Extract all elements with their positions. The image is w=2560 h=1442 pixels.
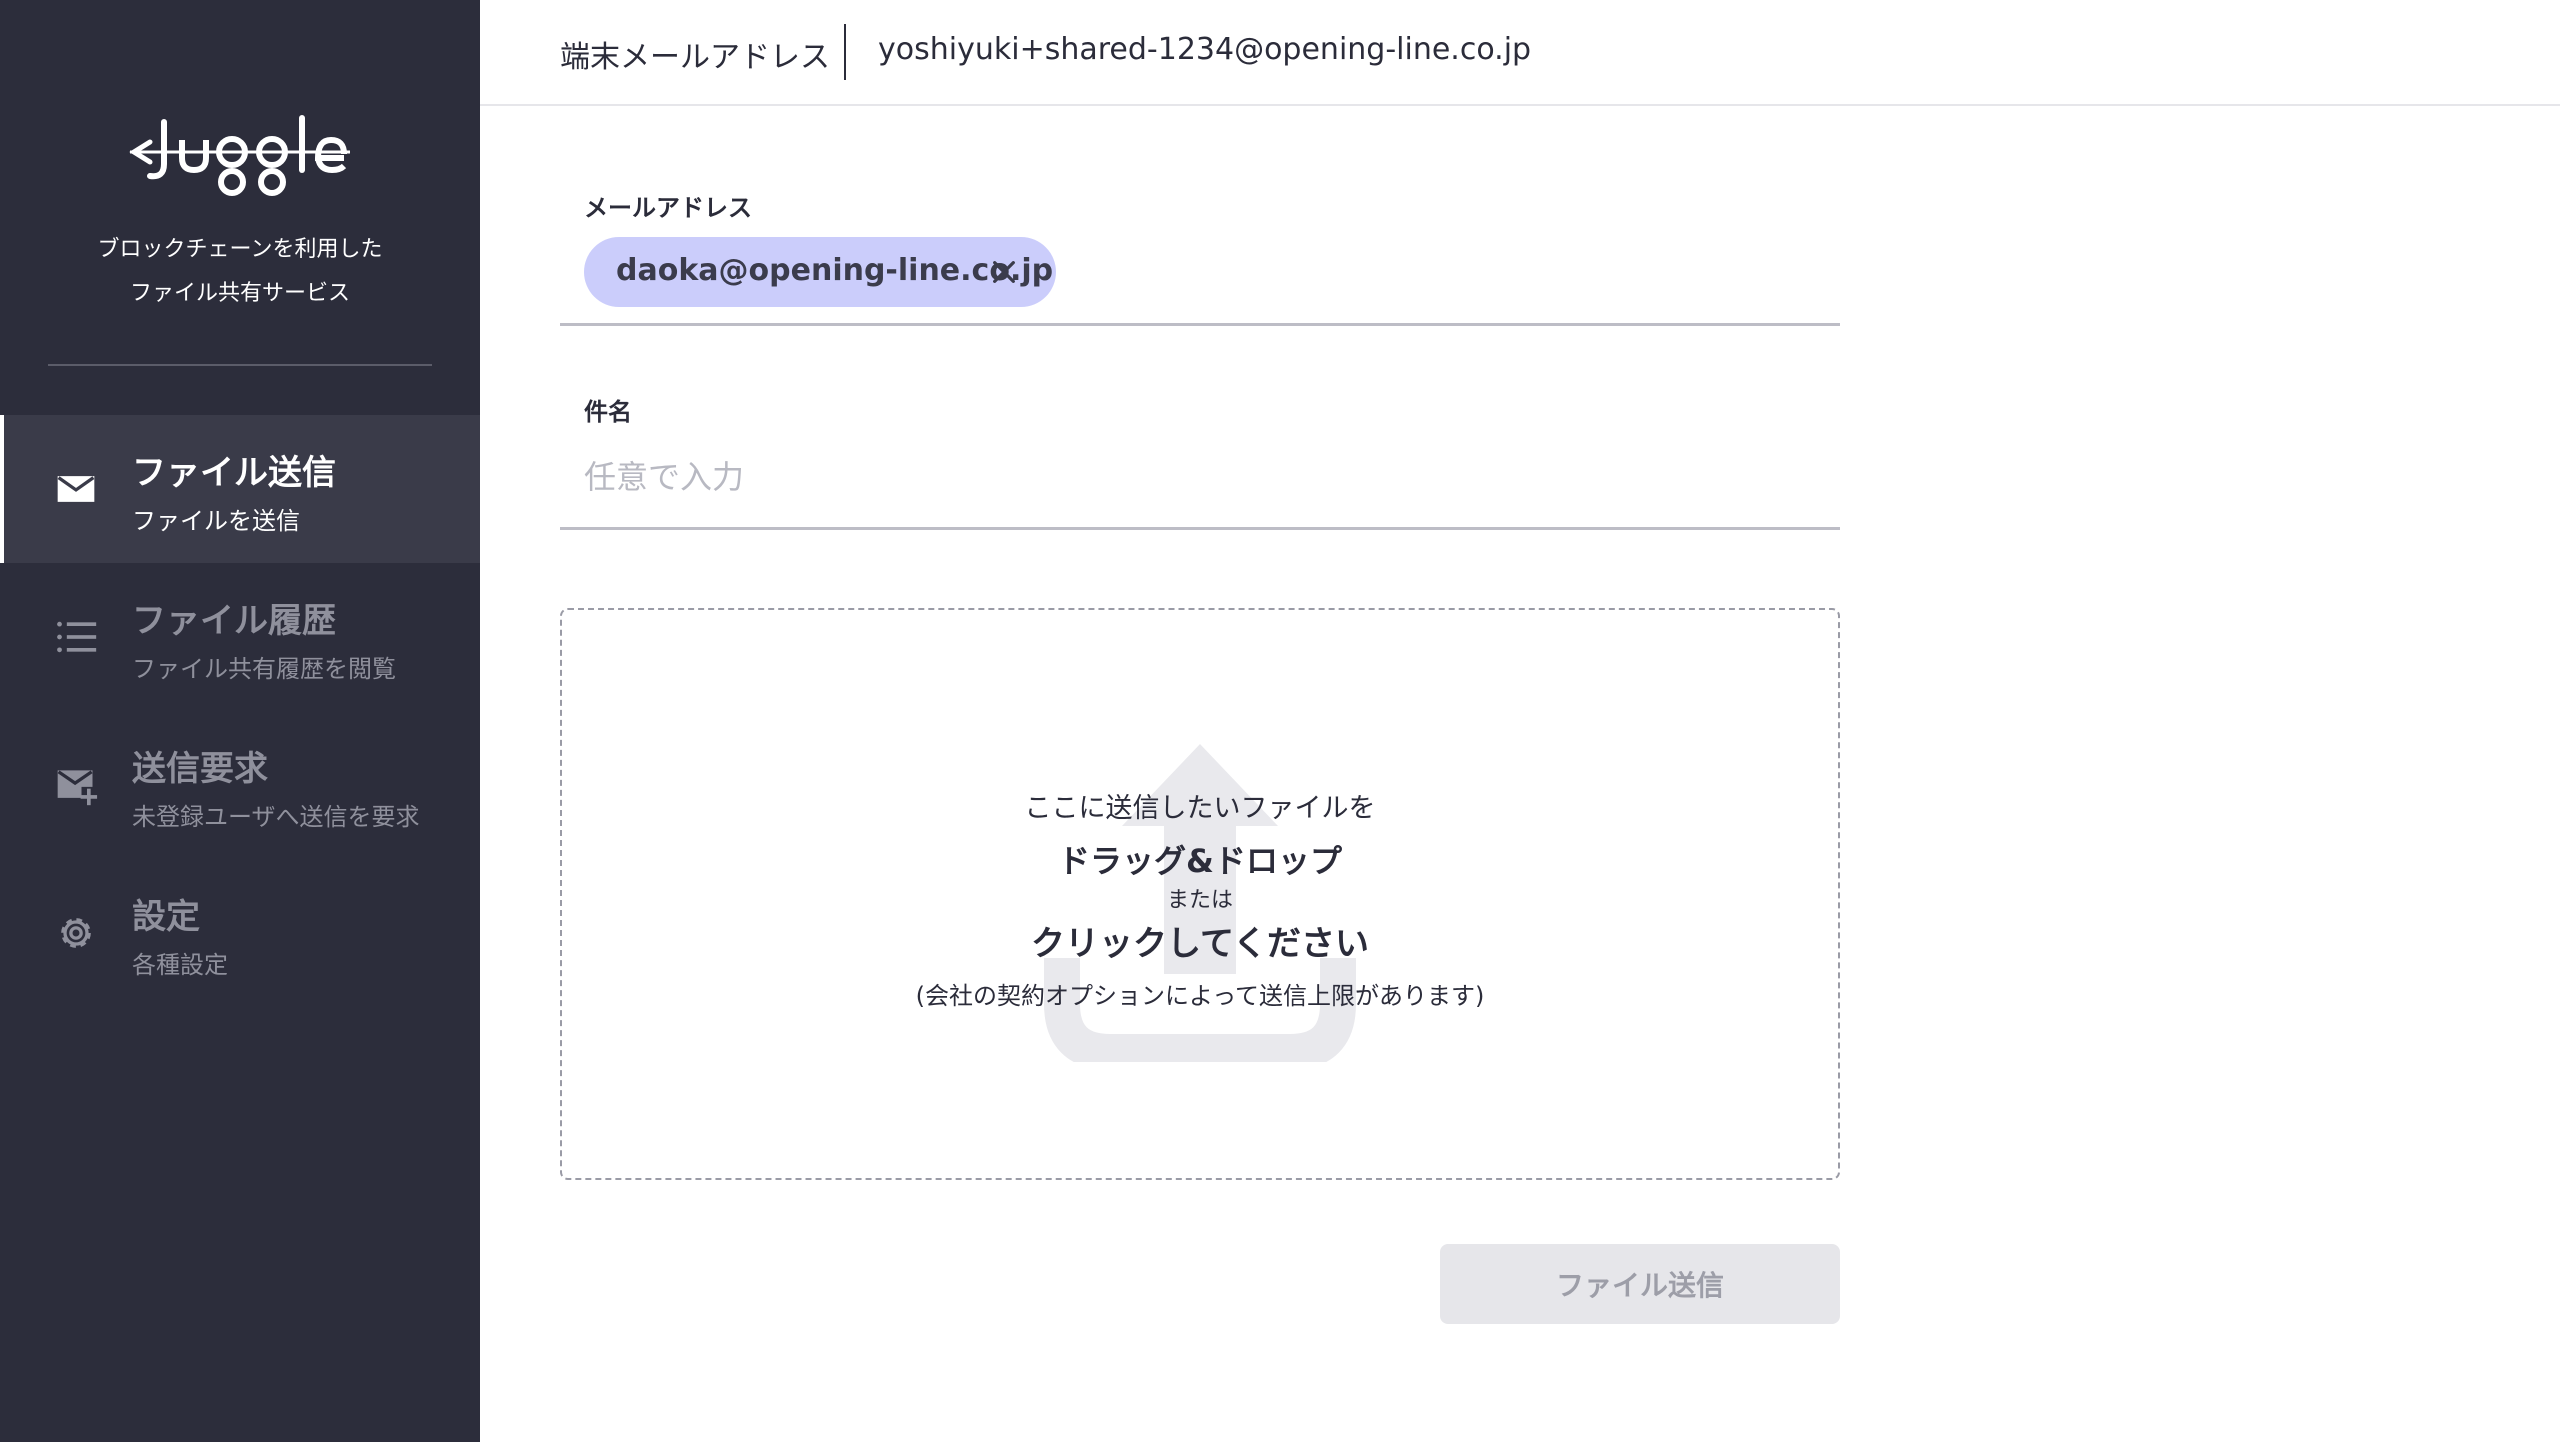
dropzone-text-drag-drop: ドラッグ&ドロップ — [1058, 842, 1342, 880]
device-email-value: yoshiyuki+shared-1234@opening-line.co.jp — [878, 32, 1532, 67]
tagline-line-1: ブロックチェーンを利用した — [97, 237, 383, 262]
sidebar-divider — [48, 364, 432, 366]
sidebar-item-subtitle: ファイル共有履歴を閲覧 — [132, 655, 396, 683]
sidebar-item-subtitle: 未登録ユーザへ送信を要求 — [132, 803, 420, 831]
mail-icon — [57, 476, 95, 502]
top-header: 端末メールアドレス yoshiyuki+shared-1234@opening-… — [480, 0, 2560, 106]
dropzone-text-line-1: ここに送信したいファイルを — [1024, 793, 1376, 824]
subject-field-label: 件名 — [584, 398, 632, 426]
sidebar-item-title: 送信要求 — [132, 749, 268, 789]
subject-input[interactable] — [584, 452, 1824, 502]
email-field-label: メールアドレス — [584, 194, 752, 222]
sidebar-item-title: ファイル送信 — [132, 453, 336, 493]
device-email-label: 端末メールアドレス — [560, 40, 830, 75]
sidebar-item-title: 設定 — [132, 897, 200, 937]
close-icon[interactable] — [988, 256, 1020, 288]
sidebar-item-subtitle: ファイルを送信 — [132, 507, 300, 535]
sidebar-item-subtitle: 各種設定 — [132, 951, 228, 979]
tagline: ブロックチェーンを利用した ファイル共有サービス — [0, 228, 480, 316]
dropzone-text-click: クリックしてください — [1031, 924, 1369, 964]
logo-mark — [129, 115, 350, 196]
sidebar: ブロックチェーンを利用した ファイル共有サービス ファイル送信 ファイルを送信 … — [0, 0, 480, 1442]
juggle-logo — [0, 100, 480, 200]
sidebar-item-file-history[interactable]: ファイル履歴 ファイル共有履歴を閲覧 — [0, 563, 480, 711]
file-dropzone[interactable]: ここに送信したいファイルを ドラッグ&ドロップ または クリックしてください (… — [560, 608, 1840, 1180]
tagline-line-2: ファイル共有サービス — [129, 281, 350, 306]
sidebar-item-settings[interactable]: 設定 各種設定 — [0, 859, 480, 1007]
subject-field-underline — [560, 527, 1840, 530]
sidebar-item-file-send[interactable]: ファイル送信 ファイルを送信 — [0, 415, 480, 563]
dropzone-text-limit-note: (会社の契約オプションによって送信上限があります) — [915, 982, 1485, 1010]
sidebar-item-title: ファイル履歴 — [132, 601, 336, 641]
header-divider — [844, 24, 846, 80]
recipient-chip: daoka@opening-line.co.jp — [584, 237, 1056, 307]
gear-icon — [61, 918, 91, 948]
dropzone-text-or: または — [1166, 888, 1233, 913]
email-field-underline — [560, 323, 1840, 326]
list-icon — [57, 621, 97, 653]
sidebar-item-send-request[interactable]: 送信要求 未登録ユーザへ送信を要求 — [0, 711, 480, 859]
mail-add-icon — [57, 770, 98, 806]
send-file-button[interactable]: ファイル送信 — [1440, 1244, 1840, 1324]
